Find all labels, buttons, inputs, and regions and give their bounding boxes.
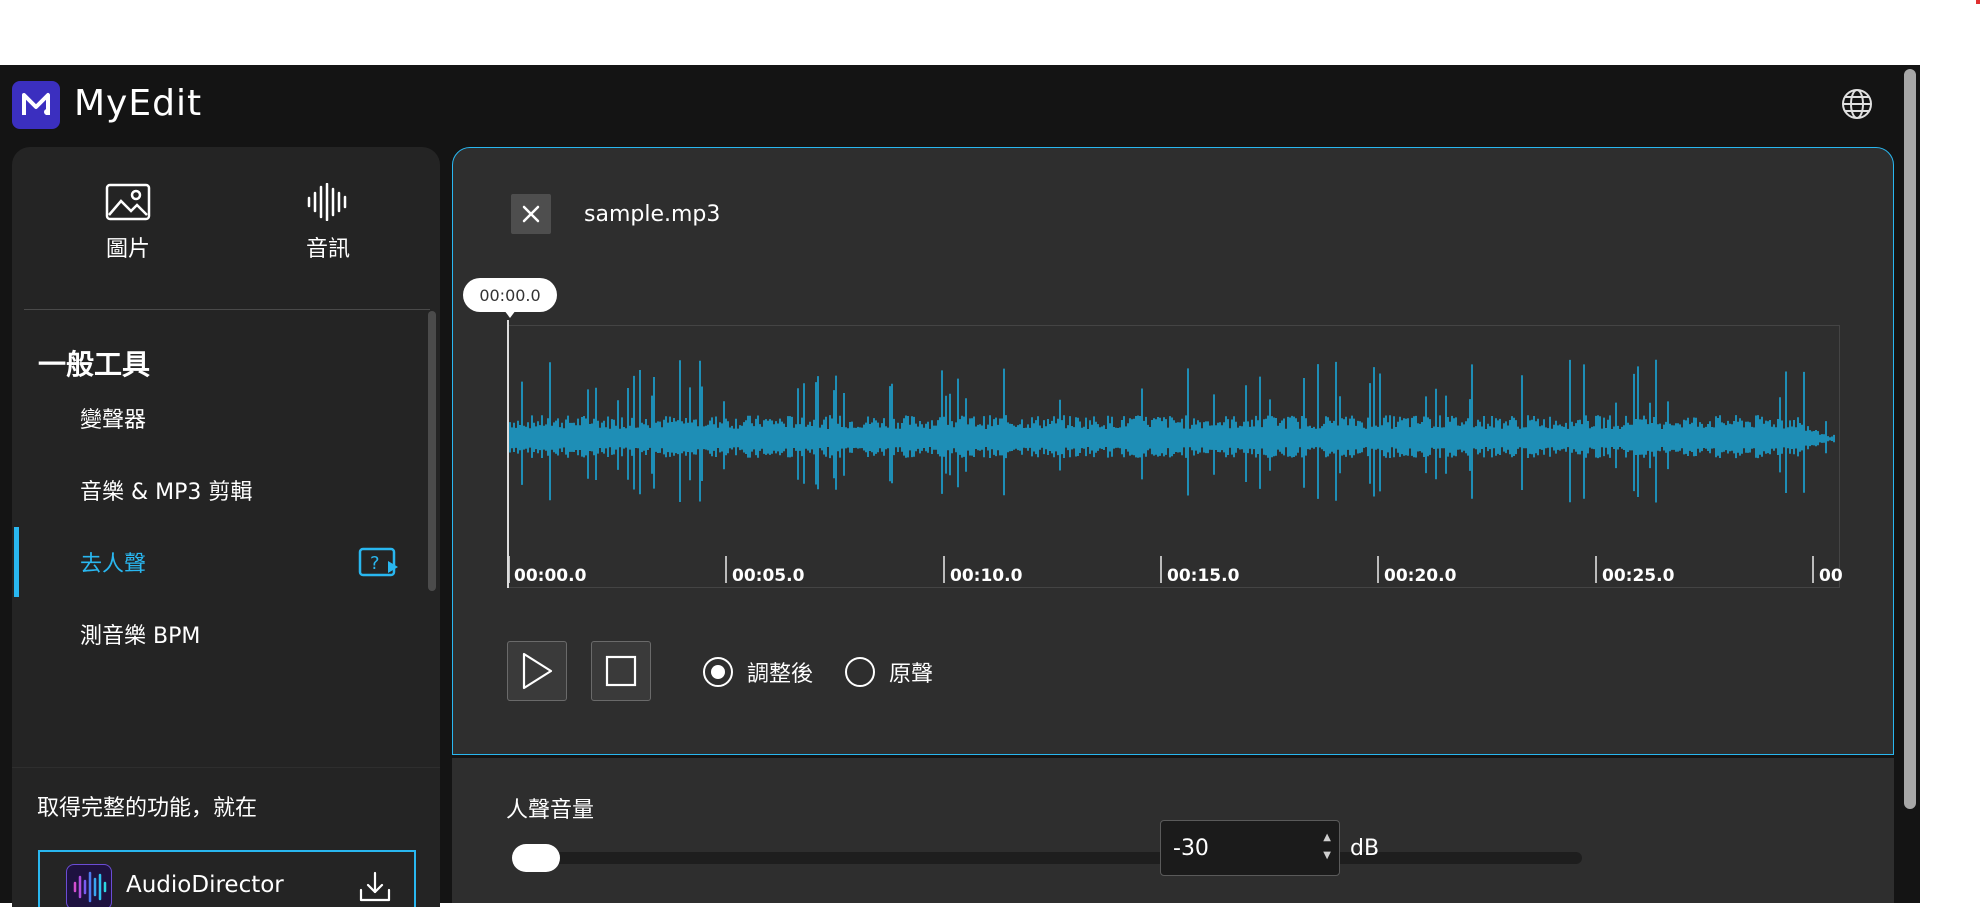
promo-text: 取得完整的功能，就在 (37, 796, 258, 821)
app-name: MyEdit (74, 83, 203, 124)
sidebar-item-label: 去人聲 (80, 552, 147, 577)
audiodirector-label: AudioDirector (126, 872, 284, 898)
playhead[interactable] (507, 320, 509, 588)
image-icon (105, 183, 151, 221)
radio-original[interactable]: 原聲 (845, 656, 933, 688)
sidebar-item-label: 測音樂 BPM (80, 624, 201, 649)
vocal-volume-slider-track[interactable] (512, 852, 1582, 864)
category-audio-label: 音訊 (305, 237, 350, 262)
current-time-bubble: 00:00.0 (463, 278, 557, 318)
stop-icon (605, 655, 637, 687)
close-icon (522, 205, 540, 223)
timeline-tick-label: 00:15.0 (1167, 566, 1240, 586)
timeline-tick (1812, 556, 1814, 583)
page-scrollbar[interactable] (1900, 65, 1920, 903)
vocal-volume-input[interactable]: -30 ▲ ▼ (1160, 820, 1340, 876)
radio-adjusted-indicator[interactable] (703, 657, 733, 687)
sidebar-item-mp3-cutter[interactable]: 音樂 & MP3 剪輯 (12, 455, 422, 525)
myedit-logo-icon[interactable] (12, 81, 60, 129)
vocal-volume-panel: 人聲音量 -30 ▲ ▼ dB (452, 758, 1894, 903)
svg-text:?: ? (370, 553, 380, 574)
category-audio[interactable]: 音訊 (258, 183, 398, 263)
waveform (509, 359, 1835, 503)
radio-original-indicator[interactable] (845, 657, 875, 687)
timeline-tick-label: 00:00.0 (514, 566, 587, 586)
waveform-path (509, 359, 1835, 503)
timeline-tick-label: 00:25.0 (1602, 566, 1675, 586)
waveform-area[interactable]: 00:00.0 00:05.0 00:10.0 00:15.0 00:20.0 … (507, 325, 1843, 588)
audio-wave-icon (307, 183, 347, 221)
corner-marker (1976, 0, 1980, 4)
sidebar-scrollbar[interactable] (428, 311, 436, 591)
timeline-tick (1160, 556, 1162, 583)
top-header: MyEdit (0, 65, 1900, 145)
play-icon (522, 652, 553, 690)
myedit-app: MyEdit 圖片 音訊 一般工具 變聲器 音樂 & MP3 剪輯 去人聲 ? … (0, 65, 1920, 907)
sidebar-item-label: 音樂 & MP3 剪輯 (80, 480, 253, 505)
vocal-volume-slider-handle[interactable] (512, 844, 560, 872)
timeline-tick-label: 00:05.0 (732, 566, 805, 586)
file-name: sample.mp3 (584, 202, 721, 227)
category-image[interactable]: 圖片 (58, 183, 198, 263)
globe-icon[interactable] (1840, 87, 1874, 121)
sidebar-item-voice-changer[interactable]: 變聲器 (12, 383, 422, 453)
page-scroll-thumb[interactable] (1904, 69, 1916, 809)
video-help-icon[interactable]: ? (358, 547, 400, 579)
audiodirector-download-button[interactable]: AudioDirector (38, 850, 416, 907)
audiodirector-logo-icon (66, 864, 112, 907)
section-title: 一般工具 (38, 348, 151, 381)
vocal-volume-stepper[interactable]: ▲ ▼ (1323, 829, 1331, 865)
vocal-volume-unit: dB (1350, 836, 1380, 861)
timeline-tick (725, 556, 727, 583)
radio-original-label: 原聲 (889, 662, 934, 687)
radio-adjusted-label: 調整後 (747, 662, 814, 687)
category-image-label: 圖片 (105, 237, 150, 262)
sidebar: 圖片 音訊 一般工具 變聲器 音樂 & MP3 剪輯 去人聲 ? 測音樂 BPM… (12, 147, 440, 907)
timeline-tick-label: 00:10.0 (950, 566, 1023, 586)
timeline-tick (1595, 556, 1597, 583)
play-button[interactable] (507, 641, 567, 701)
sidebar-divider (24, 309, 430, 310)
sidebar-item-bpm[interactable]: 測音樂 BPM (12, 599, 422, 669)
timeline-tick-label: 00:20.0 (1384, 566, 1457, 586)
download-icon (359, 871, 391, 902)
timeline-tick (943, 556, 945, 583)
close-file-button[interactable] (511, 194, 551, 234)
timeline-tick-label: 00 (1819, 566, 1843, 586)
sidebar-item-vocal-remover[interactable]: 去人聲 ? (12, 527, 422, 597)
stop-button[interactable] (591, 641, 651, 701)
stepper-up-icon[interactable]: ▲ (1323, 829, 1331, 847)
audio-editor-panel: sample.mp3 00:00.0 00:00.0 00:05.0 00:10… (452, 147, 1894, 755)
sidebar-item-label: 變聲器 (80, 408, 147, 433)
promo-panel: 取得完整的功能，就在 AudioDirector (12, 767, 440, 907)
vocal-volume-value: -30 (1173, 835, 1209, 861)
radio-adjusted[interactable]: 調整後 (703, 656, 813, 688)
stepper-down-icon[interactable]: ▼ (1323, 847, 1331, 865)
timeline-tick (1377, 556, 1379, 583)
vocal-volume-label: 人聲音量 (506, 798, 595, 823)
